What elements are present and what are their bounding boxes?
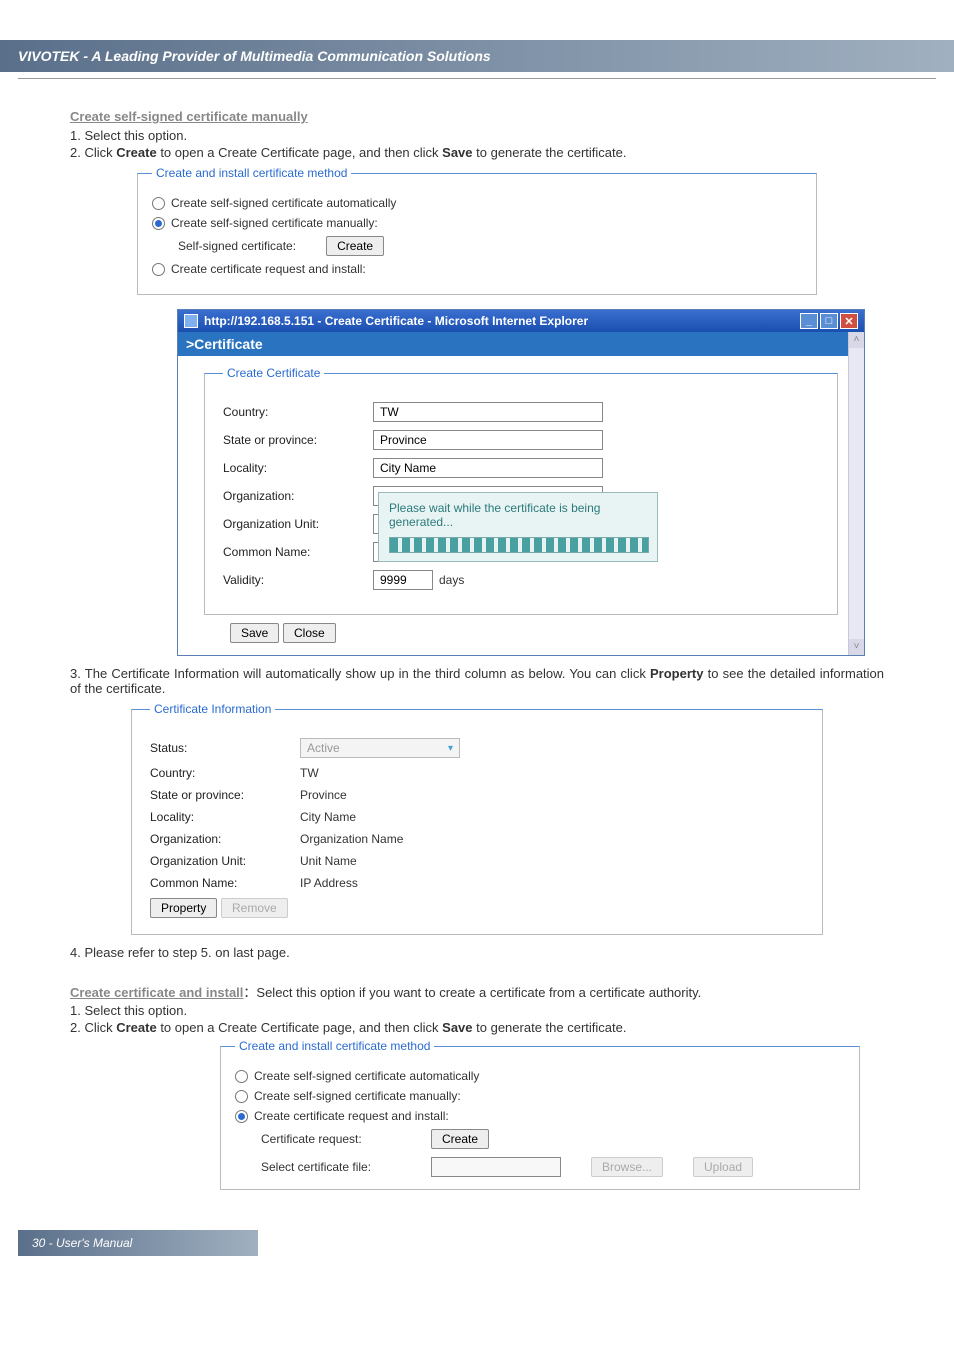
radio-icon [235,1090,248,1103]
field-value: Organization Name [300,832,403,846]
locality-input[interactable] [373,458,603,478]
self-cert-label: Self-signed certificate: [178,239,296,253]
method-fieldset: Create and install certificate method Cr… [137,166,817,295]
state-input[interactable] [373,430,603,450]
step-text: 1. Select this option. [70,128,884,143]
remove-button[interactable]: Remove [221,898,288,918]
radio-label: Create self-signed certificate automatic… [171,196,396,210]
field-label: Validity: [223,573,373,587]
page-footer: 30 - User's Manual [18,1230,258,1256]
radio-label: Create certificate request and install: [254,1109,449,1123]
radio-icon [152,217,165,230]
select-file-label: Select certificate file: [261,1160,401,1174]
radio-option-request[interactable]: Create certificate request and install: [235,1109,845,1123]
step-text: 2. Click Create to open a Create Certifi… [70,1020,884,1035]
progress-modal: Please wait while the certificate is bei… [378,492,658,562]
radio-icon [152,197,165,210]
validity-input[interactable] [373,570,433,590]
field-value: Province [300,788,347,802]
validity-unit: days [439,573,464,587]
field-label: Common Name: [150,876,300,890]
page-heading: >Certificate [178,332,864,356]
field-value: TW [300,766,319,780]
field-value: Unit Name [300,854,357,868]
chevron-down-icon: ▾ [448,743,453,754]
section-title-manual: Create self-signed certificate manually [70,109,884,124]
upload-button[interactable]: Upload [693,1157,753,1177]
radio-label: Create self-signed certificate automatic… [254,1069,479,1083]
field-label: Locality: [223,461,373,475]
maximize-button[interactable]: □ [820,313,838,329]
radio-label: Create certificate request and install: [171,262,366,276]
close-button[interactable]: Close [283,623,336,643]
create-button[interactable]: Create [326,236,384,256]
step-text: 4. Please refer to step 5. on last page. [70,945,884,960]
radio-option-manual[interactable]: Create self-signed certificate manually: [152,216,802,230]
field-value: City Name [300,810,356,824]
step-text: 2. Click Create to open a Create Certifi… [70,145,884,160]
field-label: Country: [223,405,373,419]
section-title-install: Create certificate and install [70,985,243,1000]
browser-window: http://192.168.5.151 - Create Certificat… [177,309,865,656]
modal-text: Please wait while the certificate is bei… [389,501,647,529]
country-input[interactable] [373,402,603,422]
field-label: Common Name: [223,545,373,559]
radio-option-auto[interactable]: Create self-signed certificate automatic… [152,196,802,210]
create-button[interactable]: Create [431,1129,489,1149]
radio-icon [235,1110,248,1123]
field-label: State or province: [223,433,373,447]
radio-option-auto[interactable]: Create self-signed certificate automatic… [235,1069,845,1083]
field-label: Organization Unit: [150,854,300,868]
field-label: Organization Unit: [223,517,373,531]
step-text: 3. The Certificate Information will auto… [70,666,884,696]
field-value: IP Address [300,876,358,890]
fieldset-legend: Certificate Information [150,702,275,716]
close-button[interactable]: ✕ [840,313,858,329]
cert-request-label: Certificate request: [261,1132,401,1146]
progress-bar [389,537,649,553]
section-desc: ：Select this option if you want to creat… [243,985,701,1000]
radio-option-request[interactable]: Create certificate request and install: [152,262,802,276]
field-label: Country: [150,766,300,780]
radio-label: Create self-signed certificate manually: [254,1089,461,1103]
radio-icon [235,1070,248,1083]
save-button[interactable]: Save [230,623,279,643]
radio-label: Create self-signed certificate manually: [171,216,378,230]
section-row: Create certificate and install：Select th… [70,982,884,1001]
fieldset-legend: Create Certificate [223,366,324,380]
minimize-button[interactable]: _ [800,313,818,329]
ie-icon [184,314,198,328]
window-title: http://192.168.5.151 - Create Certificat… [204,314,588,328]
field-label: Status: [150,741,300,755]
cert-file-input[interactable] [431,1157,561,1177]
radio-option-manual[interactable]: Create self-signed certificate manually: [235,1089,845,1103]
cert-info-fieldset: Certificate Information Status: Active▾ … [131,702,823,935]
browse-button[interactable]: Browse... [591,1157,663,1177]
step-text: 1. Select this option. [70,1003,884,1018]
field-label: State or province: [150,788,300,802]
create-cert-fieldset: Create Certificate Country: State or pro… [204,366,838,615]
page-header: VIVOTEK - A Leading Provider of Multimed… [18,48,491,64]
radio-icon [152,263,165,276]
fieldset-legend: Create and install certificate method [235,1039,434,1053]
property-button[interactable]: Property [150,898,217,918]
field-label: Organization: [150,832,300,846]
method-fieldset-2: Create and install certificate method Cr… [220,1039,860,1190]
field-label: Organization: [223,489,373,503]
field-label: Locality: [150,810,300,824]
status-select[interactable]: Active▾ [300,738,460,758]
titlebar: http://192.168.5.151 - Create Certificat… [178,310,864,332]
fieldset-legend: Create and install certificate method [152,166,351,180]
